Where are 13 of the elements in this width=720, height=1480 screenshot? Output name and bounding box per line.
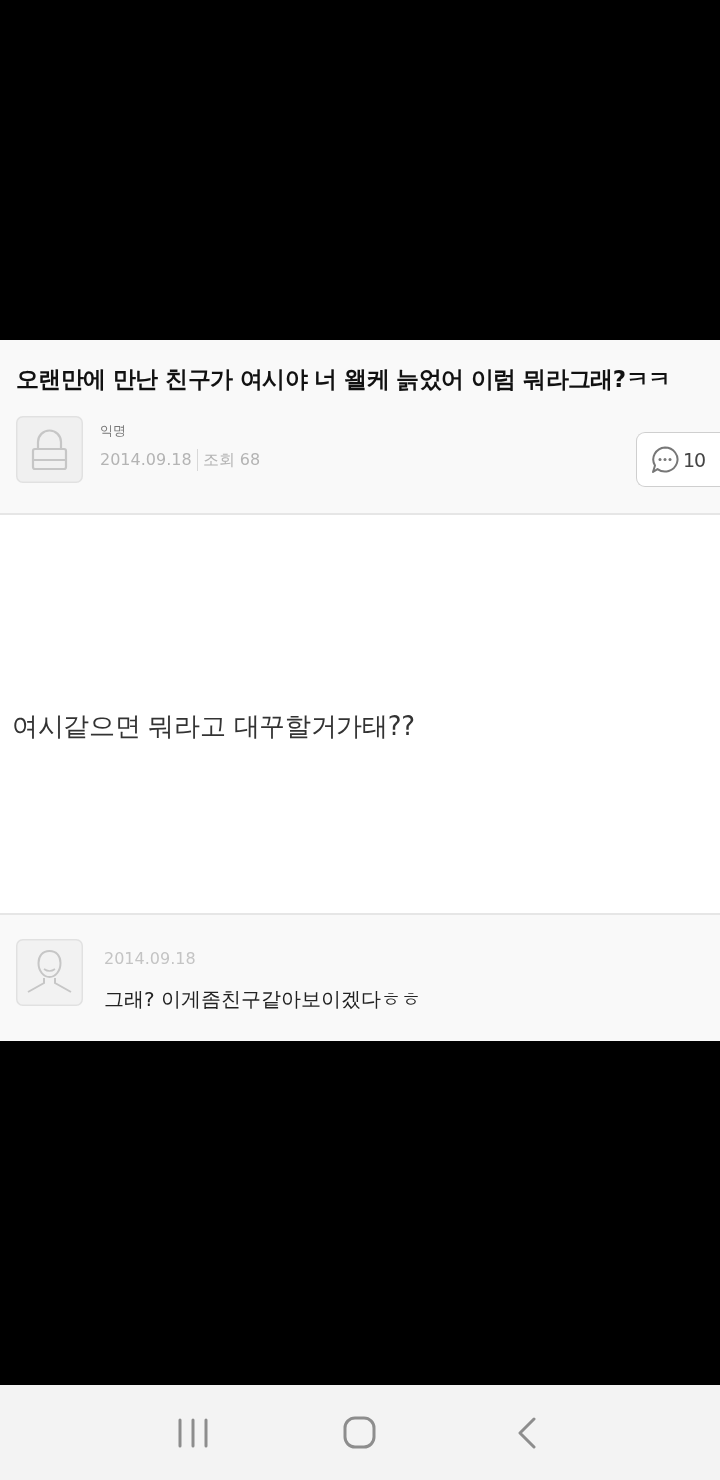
lock-avatar-icon [16, 416, 83, 483]
post-body-text: 여시같으면 뭐라고 대꾸할거가태?? [12, 709, 415, 743]
home-icon [343, 1416, 377, 1449]
view-count: 조회 68 [196, 449, 261, 471]
author-name: 익명 [100, 422, 127, 440]
comment-text: 그래? 이게좀친구같아보이겠다ㅎㅎ [104, 986, 421, 1012]
post-title: 오랜만에 만난 친구가 여시야 너 왤케 늙었어 이럼 뭐라그래?ㅋㅋ [16, 365, 672, 394]
comment-count-button[interactable]: 10 [636, 432, 720, 487]
back-icon [516, 1416, 537, 1449]
person-avatar-icon [16, 939, 83, 1006]
recents-icon [177, 1417, 210, 1448]
speech-bubble-icon [650, 444, 680, 475]
post-date: 2014.09.18 [100, 449, 192, 471]
